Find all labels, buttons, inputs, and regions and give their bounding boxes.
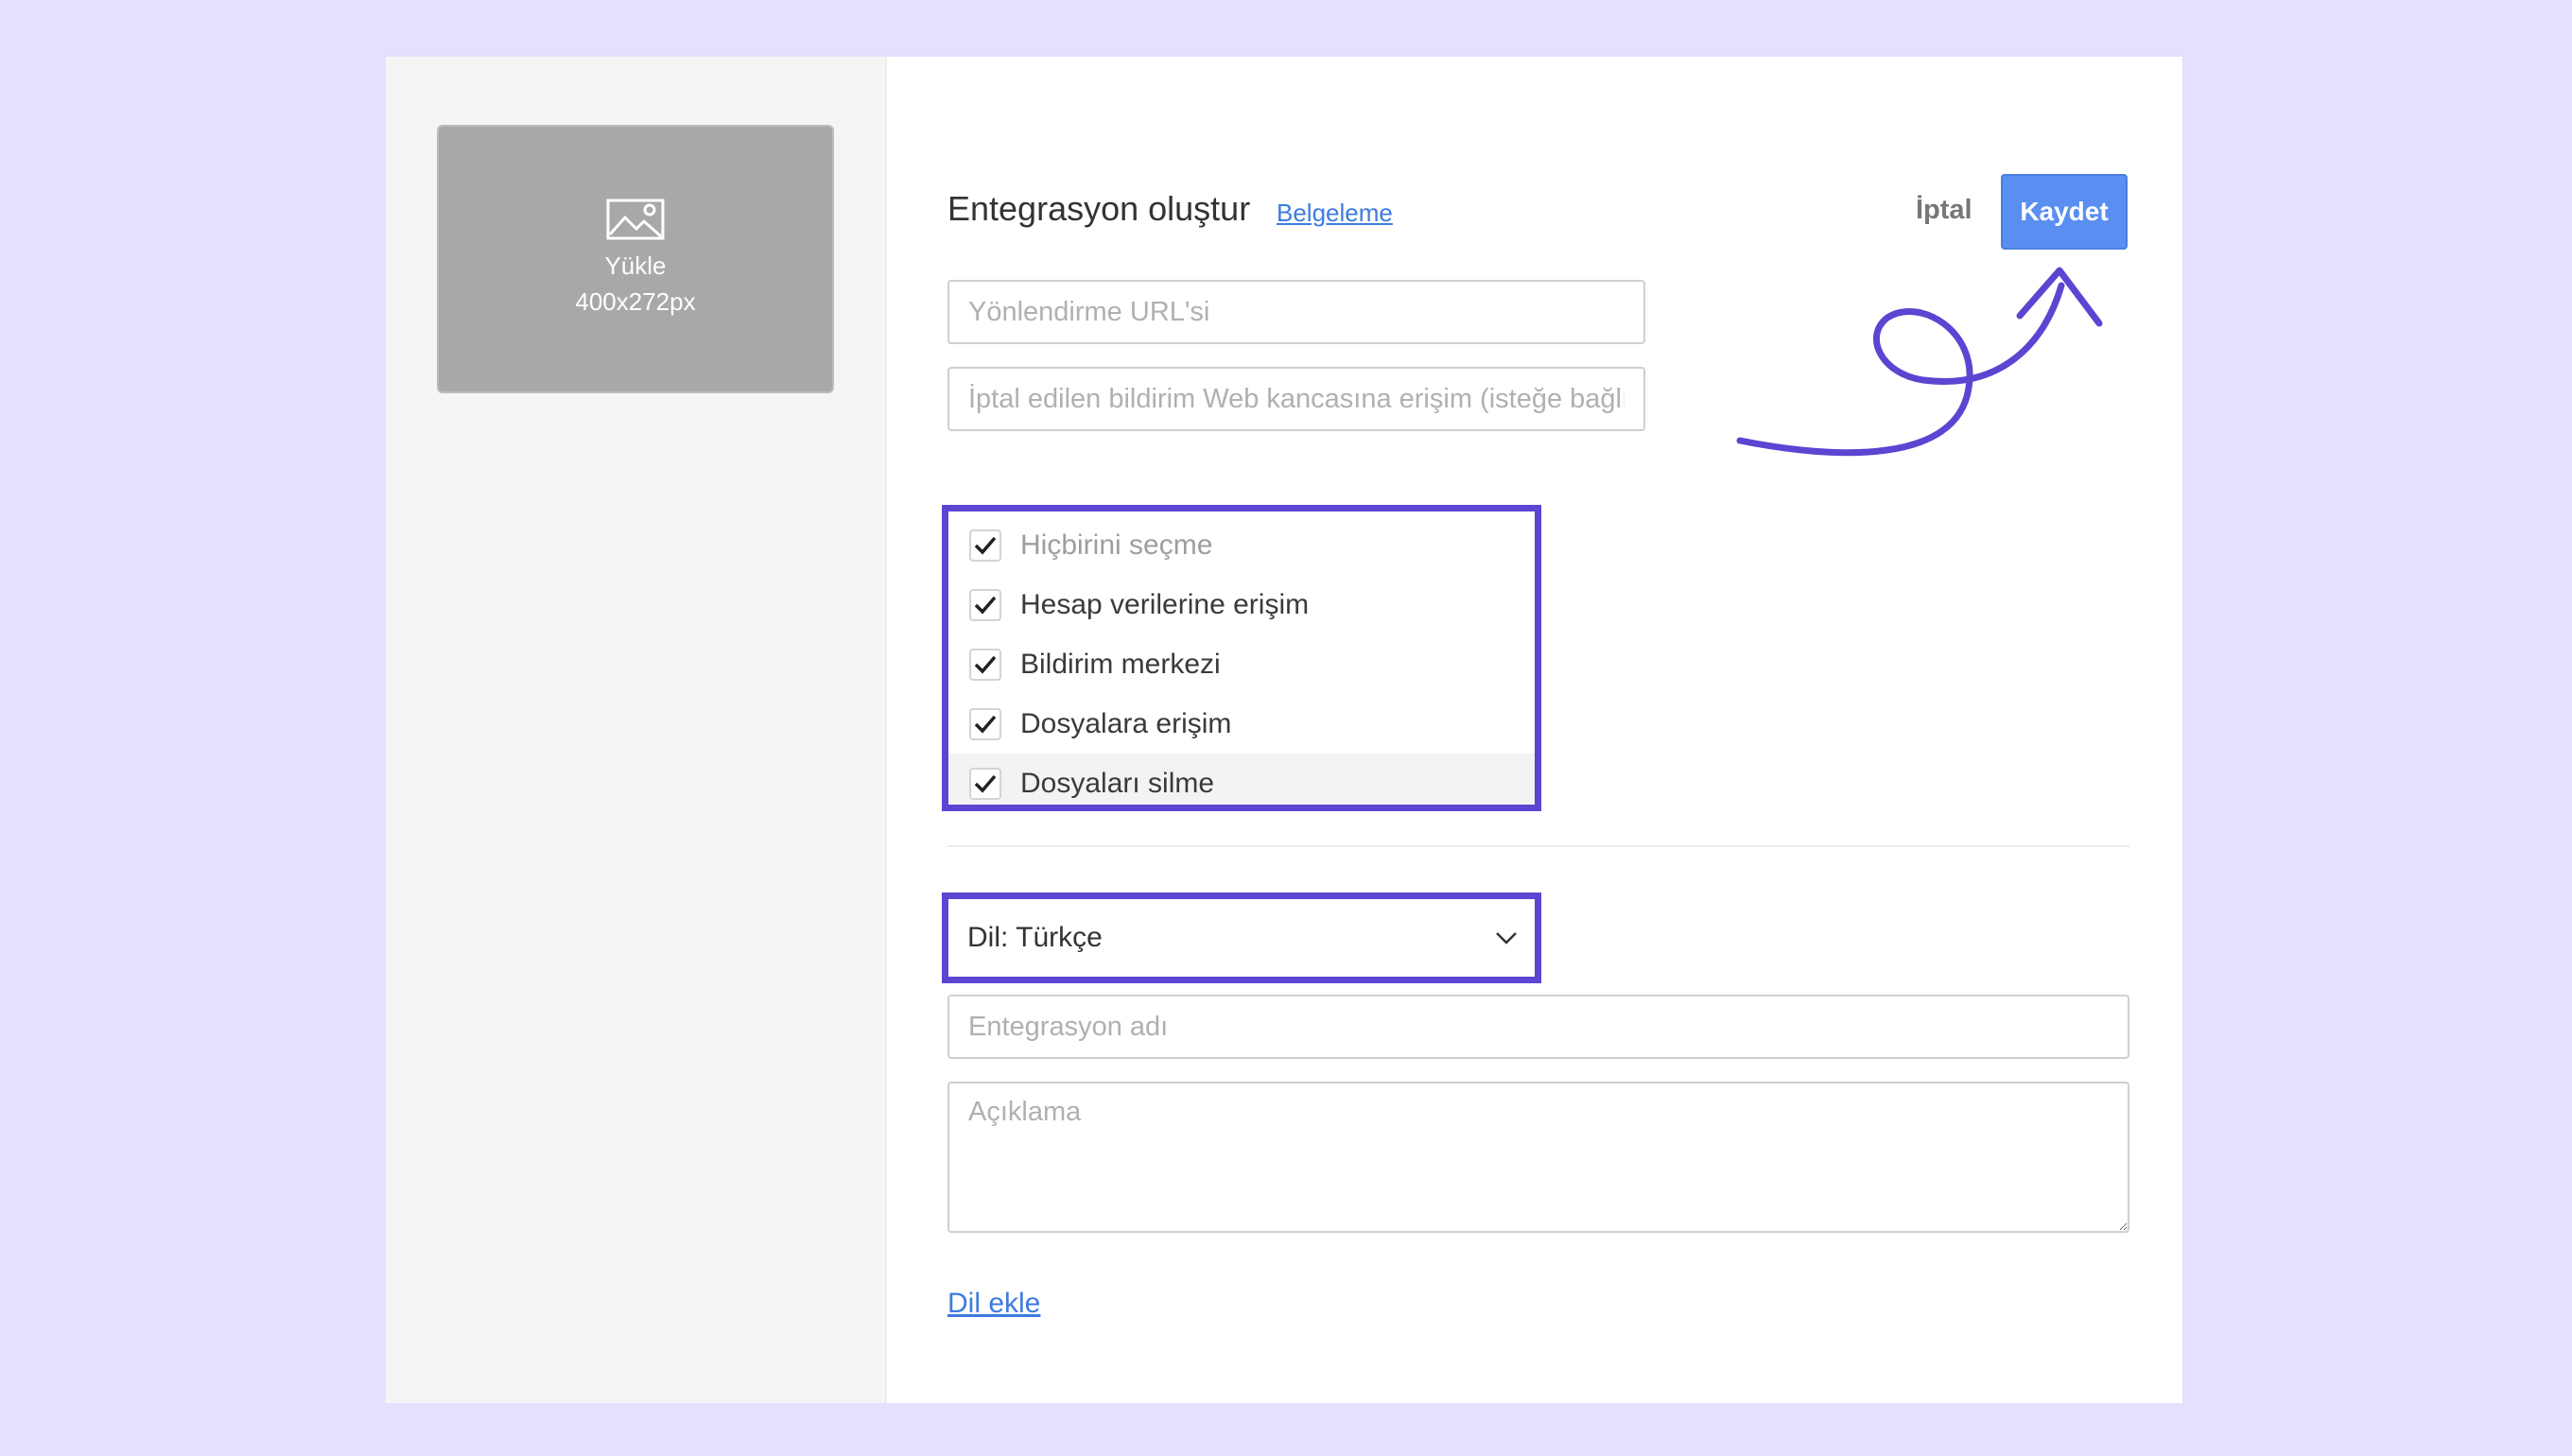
permission-label: Dosyalara erişim [1020,707,1232,739]
save-button[interactable]: Kaydet [2001,174,2128,250]
documentation-link[interactable]: Belgeleme [1277,199,1393,228]
image-icon [606,199,665,240]
permission-label: Bildirim merkezi [1020,648,1221,680]
add-language-link[interactable]: Dil ekle [947,1288,1040,1320]
image-upload-button[interactable]: Yükle 400x272px [437,125,834,393]
integration-name-input[interactable] [947,995,2129,1059]
upload-size-hint: 400x272px [575,287,696,316]
page-title: Entegrasyon oluştur [947,189,1251,228]
checkbox[interactable] [969,767,1001,800]
permission-label: Dosyaları silme [1020,767,1215,799]
permissions-list: Hiçbirini seçme Hesap verilerine erişim … [942,505,1541,811]
permission-item-file-access[interactable]: Dosyalara erişim [948,694,1535,754]
upload-label: Yükle [604,251,667,280]
permission-label: Hiçbirini seçme [1020,529,1213,561]
annotation-arrow-icon [1736,267,2103,457]
permission-item-none[interactable]: Hiçbirini seçme [948,515,1535,575]
checkbox[interactable] [969,707,1001,740]
chevron-down-icon [1496,932,1517,945]
webhook-url-input[interactable] [947,367,1645,431]
checkbox[interactable] [969,648,1001,681]
redirect-url-input[interactable] [947,280,1645,344]
check-icon [974,715,997,734]
check-icon [974,774,997,793]
permission-item-notifications[interactable]: Bildirim merkezi [948,634,1535,694]
permission-item-account-data[interactable]: Hesap verilerine erişim [948,575,1535,634]
description-textarea[interactable] [947,1082,2129,1233]
language-highlight: Dil: Türkçe [942,893,1541,983]
section-divider [947,845,2129,847]
cancel-button[interactable]: İptal [1916,195,1972,226]
language-select[interactable]: Dil: Türkçe [954,905,1529,971]
permission-item-file-delete[interactable]: Dosyaları silme [948,754,1535,805]
sidebar: Yükle 400x272px [386,57,887,1403]
check-icon [974,536,997,555]
checkbox[interactable] [969,529,1001,562]
language-select-value: Dil: Türkçe [967,922,1103,953]
check-icon [974,596,997,615]
check-icon [974,655,997,674]
checkbox[interactable] [969,588,1001,621]
permission-label: Hesap verilerine erişim [1020,588,1310,620]
